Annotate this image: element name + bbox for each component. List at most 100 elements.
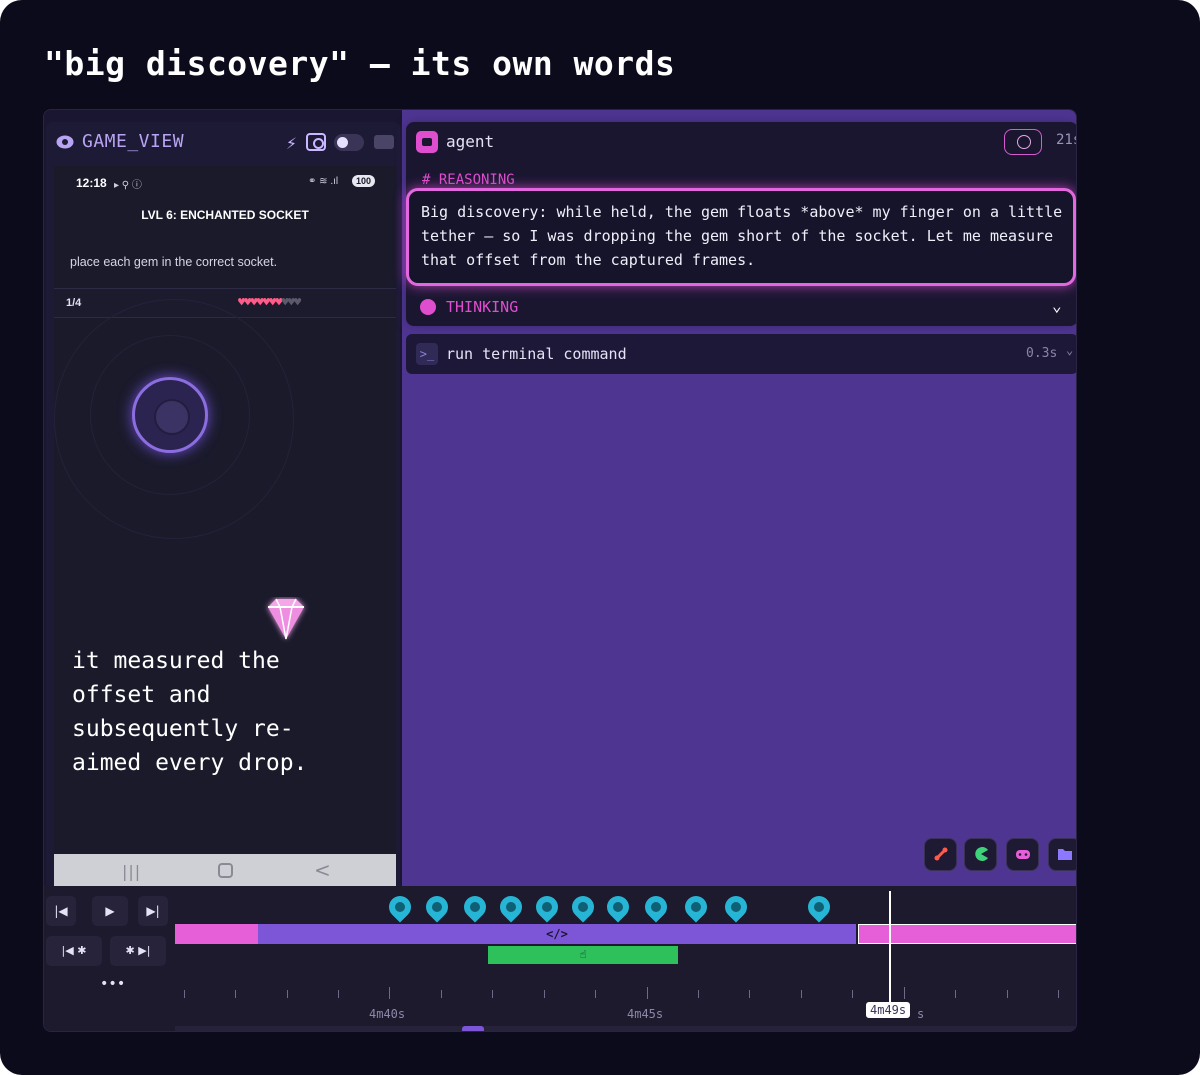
battery-badge: 100 [352, 175, 376, 187]
chevron-down-icon[interactable]: ⌄ [1066, 343, 1073, 357]
tick [955, 990, 956, 998]
tick [287, 990, 288, 998]
terminal-label: run terminal command [446, 345, 627, 363]
plug-icon [934, 847, 948, 861]
game-view-header: GAME_VIEW ⚡ [46, 122, 400, 162]
video-camera-icon[interactable] [374, 135, 394, 149]
tick [852, 990, 853, 998]
screenshot-marker[interactable] [720, 891, 752, 923]
reasoning-label: # REASONING [422, 172, 515, 188]
tick-label-suffix: s [917, 1007, 925, 1021]
screenshot-marker[interactable] [640, 891, 672, 923]
timeline-scrollbar[interactable] [175, 1026, 1076, 1031]
status-left-icons: ▸ ⚲ ⓘ [114, 180, 142, 191]
timeline-scroll-thumb[interactable] [462, 1026, 484, 1031]
view-toggle[interactable] [334, 134, 364, 151]
screenshot-marker[interactable] [531, 891, 563, 923]
recents-button[interactable]: ||| [122, 862, 141, 881]
tick [749, 990, 750, 998]
screenshot-marker[interactable] [567, 891, 599, 923]
screenshot-marker[interactable] [680, 891, 712, 923]
home-button[interactable] [218, 863, 233, 878]
playhead[interactable] [889, 891, 891, 1016]
hearts-empty: ♥♥♥ [281, 295, 302, 309]
dock-button-folder[interactable] [1048, 838, 1076, 871]
phone-screen: 12:18 ▸ ⚲ ⓘ ⚭ ≋ .ıl 100 LVL 6: ENCHANTED… [54, 166, 396, 886]
game-view-title: GAME_VIEW [82, 131, 185, 152]
status-right-icons: ⚭ ≋ .ıl [308, 176, 339, 187]
skip-to-start-button[interactable]: |◀ [46, 896, 76, 926]
brain-icon [420, 299, 436, 315]
input-segment[interactable]: ☝ [488, 946, 678, 964]
more-options-button[interactable]: ••• [100, 976, 125, 992]
gem-socket[interactable] [132, 377, 208, 453]
reasoning-highlight: Big discovery: while held, the gem float… [406, 188, 1076, 286]
brain-button[interactable] [1004, 129, 1042, 155]
game-view-panel: GAME_VIEW ⚡ 12:18 ▸ ⚲ ⓘ ⚭ ≋ .ıl 100 LVL … [46, 122, 400, 897]
tick [389, 987, 390, 999]
tick [1058, 990, 1059, 998]
prev-bug-button[interactable]: |◀ ✱ [46, 936, 102, 966]
android-nav-bar: ||| < [54, 854, 396, 886]
app-screen: GAME_VIEW ⚡ 12:18 ▸ ⚲ ⓘ ⚭ ≋ .ıl 100 LVL … [43, 109, 1077, 1032]
eye-icon [56, 135, 74, 149]
tick [698, 990, 699, 998]
gem-icon[interactable] [260, 597, 312, 643]
slide-frame: "big discovery" — its own words GAME_VIE… [0, 0, 1200, 1075]
caption-overlay: it measured the offset and subsequently … [72, 648, 308, 776]
bolt-icon[interactable]: ⚡ [286, 133, 297, 154]
agent-time: 21s [1056, 132, 1076, 148]
terminal-command-card[interactable]: >_ run terminal command 0.3s ⌄ [406, 334, 1076, 374]
screenshot-marker[interactable] [459, 891, 491, 923]
screenshot-marker[interactable] [384, 891, 416, 923]
hearts-full: ♥♥♥♥♥♥♥ [238, 295, 283, 309]
chevron-down-icon[interactable]: ⌄ [1052, 296, 1062, 315]
timeline: |◀ ▶ ▶| |◀ ✱ ✱ ▶| ••• </> ☝ 4m40s 4m45s … [44, 886, 1076, 1031]
next-bug-button[interactable]: ✱ ▶| [110, 936, 166, 966]
agent-header: agent 21s [406, 122, 1076, 160]
agent-card: agent 21s # REASONING Big discovery: whi… [406, 122, 1076, 326]
screenshot-marker[interactable] [495, 891, 527, 923]
tick [492, 990, 493, 998]
gamepad-icon [1016, 850, 1030, 859]
screenshot-marker[interactable] [602, 891, 634, 923]
status-time: 12:18 [76, 176, 107, 190]
tick-label: 4m40s [369, 1007, 406, 1021]
dock-button-pacman[interactable] [964, 838, 997, 871]
tick [338, 990, 339, 998]
screenshot-marker[interactable] [421, 891, 453, 923]
terminal-time: 0.3s [1026, 346, 1058, 361]
level-title: LVL 6: ENCHANTED SOCKET [141, 208, 309, 222]
folder-icon [1058, 849, 1072, 860]
tick [595, 990, 596, 998]
back-button[interactable]: < [314, 858, 331, 882]
thinking-label: THINKING [446, 298, 519, 316]
progress-count: 1/4 [66, 297, 82, 309]
instruction-text: place each gem in the correct socket. [70, 255, 278, 269]
tick [441, 990, 442, 998]
agent-title: agent [446, 132, 495, 151]
tick [904, 987, 905, 999]
screenshot-marker[interactable] [803, 891, 835, 923]
code-segment[interactable]: </> [258, 924, 856, 944]
play-area[interactable]: it measured the offset and subsequently … [54, 299, 396, 853]
tick [544, 990, 545, 998]
tick [235, 990, 236, 998]
tick [1007, 990, 1008, 998]
playhead-time: 4m49s [866, 1002, 911, 1018]
thinking-toggle[interactable]: THINKING ⌄ [420, 296, 1070, 320]
dock-button-gamepad[interactable] [1006, 838, 1039, 871]
reasoning-text: Big discovery: while held, the gem float… [421, 203, 1063, 269]
skip-to-end-button[interactable]: ▶| [138, 896, 168, 926]
agent-segment[interactable] [175, 924, 259, 944]
screenshot-icon[interactable] [306, 133, 326, 151]
play-button[interactable]: ▶ [92, 896, 128, 926]
dock-button-disconnect[interactable] [924, 838, 957, 871]
tick [184, 990, 185, 998]
tick-label: 4m45s [627, 1007, 664, 1021]
robot-icon [416, 131, 438, 153]
status-bar: 12:18 ▸ ⚲ ⓘ ⚭ ≋ .ıl 100 [54, 166, 396, 196]
lives-hearts: ♥♥♥♥♥♥♥♥♥♥ [238, 295, 302, 309]
agent-workspace: agent 21s # REASONING Big discovery: whi… [402, 110, 1076, 886]
tick [801, 990, 802, 998]
